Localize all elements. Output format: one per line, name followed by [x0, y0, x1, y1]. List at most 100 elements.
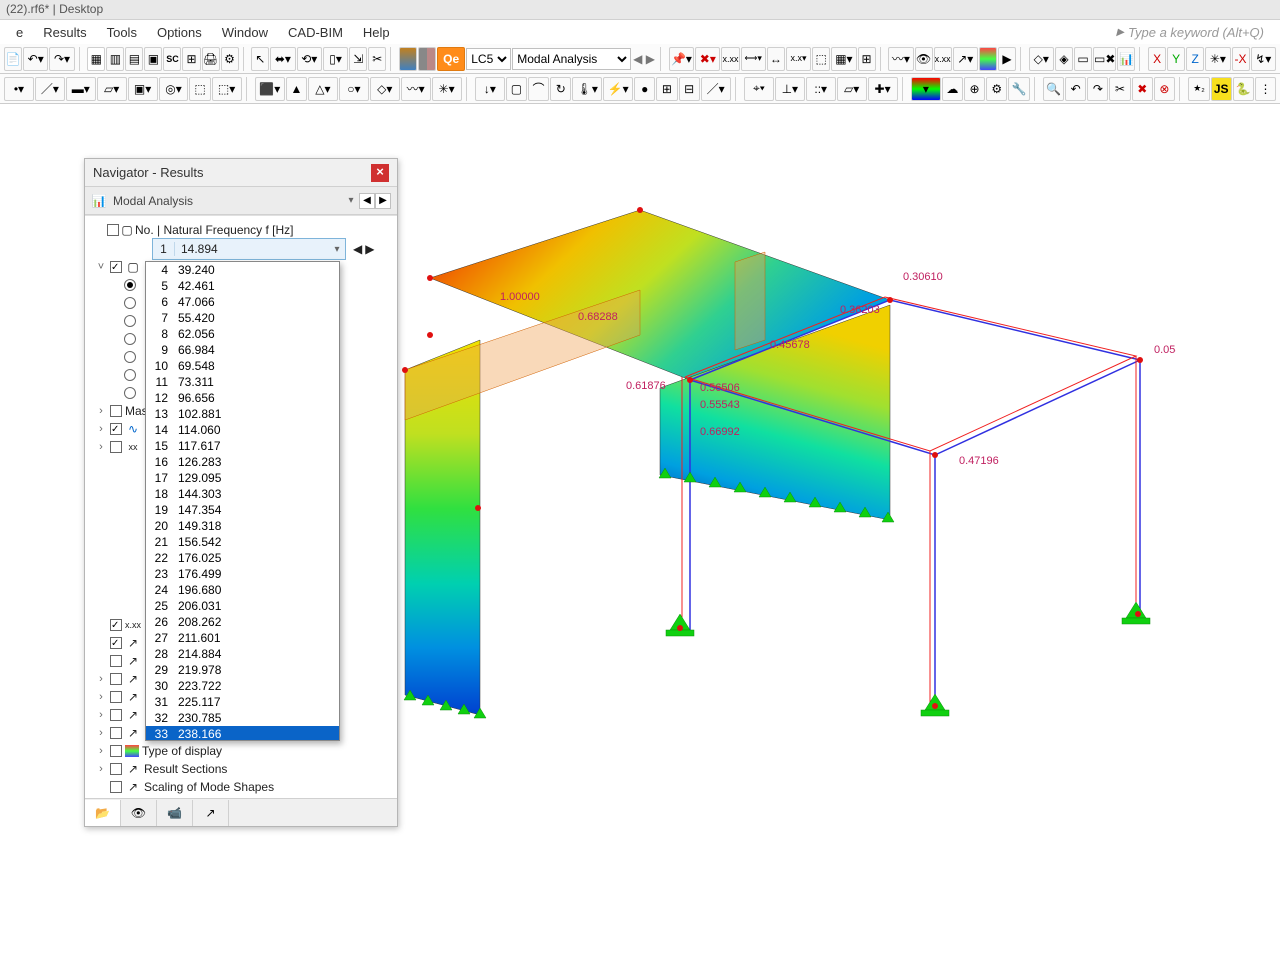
spring-button[interactable]: 〰▾ — [401, 77, 431, 101]
layers-button[interactable]: ▦▾ — [831, 47, 856, 71]
moment-button[interactable]: ↻ — [550, 77, 571, 101]
refine-button[interactable]: ⊟ — [679, 77, 700, 101]
frequency-option[interactable]: 13102.881 — [146, 406, 339, 422]
pin-x-button[interactable]: ✖▾ — [695, 47, 720, 71]
axis-x-button[interactable]: X — [1148, 47, 1166, 71]
plane-button[interactable]: ▱▾ — [837, 77, 867, 101]
guide-button[interactable]: ✚▾ — [868, 77, 898, 101]
surface-button[interactable]: ▱▾ — [97, 77, 127, 101]
menu-file-cut[interactable]: e — [6, 22, 33, 43]
item-checkbox[interactable] — [110, 781, 122, 793]
redo-view-button[interactable]: ↷ — [1087, 77, 1108, 101]
quick-edit-button[interactable]: Qe — [437, 47, 465, 71]
nav-tab-data[interactable]: 📂 — [85, 800, 121, 826]
frequency-option[interactable]: 21156.542 — [146, 534, 339, 550]
menu-options[interactable]: Options — [147, 22, 212, 43]
frequency-option[interactable]: 22176.025 — [146, 550, 339, 566]
item-radio[interactable] — [124, 387, 136, 399]
frequency-option[interactable]: 31225.117 — [146, 694, 339, 710]
navigator-header[interactable]: Navigator - Results × — [85, 159, 397, 187]
spectrum-button[interactable]: ▾ — [911, 77, 941, 101]
support2-button[interactable]: △▾ — [308, 77, 338, 101]
frequency-option[interactable]: 966.984 — [146, 342, 339, 358]
frequency-option[interactable]: 33238.166 — [146, 726, 339, 741]
3d-viewport[interactable]: 1.000000.682880.618760.565060.555430.669… — [396, 170, 1176, 770]
color-solid-button[interactable] — [399, 47, 417, 71]
tree-row[interactable]: ›↗Result Sections — [89, 760, 395, 778]
next-case-button[interactable]: ▶ — [645, 48, 657, 70]
intersect-button[interactable]: ⬚▾ — [212, 77, 242, 101]
navigator-dropdown[interactable]: ▾ — [343, 195, 359, 206]
frequency-option[interactable]: 1173.311 — [146, 374, 339, 390]
item-checkbox[interactable] — [110, 709, 122, 721]
set-button[interactable]: ⬚ — [189, 77, 210, 101]
axis-y-button[interactable]: Y — [1167, 47, 1185, 71]
nav-tab-camera[interactable]: 📹 — [157, 800, 193, 826]
item-checkbox[interactable] — [110, 763, 122, 775]
hinge-button[interactable]: ○▾ — [339, 77, 369, 101]
gear-button[interactable]: ⚙ — [986, 77, 1007, 101]
section-button[interactable]: ⬚ — [812, 47, 830, 71]
deform-button[interactable]: 〰▾ — [888, 47, 913, 71]
freq-next-button[interactable]: ▶ — [365, 242, 374, 256]
release-button[interactable]: ◇▾ — [370, 77, 400, 101]
frequency-option[interactable]: 19147.354 — [146, 502, 339, 518]
item-checkbox[interactable] — [110, 261, 122, 273]
iso-button[interactable]: ◈ — [1055, 47, 1073, 71]
line-load-button[interactable]: ／▾ — [701, 77, 731, 101]
frequency-option[interactable]: 14114.060 — [146, 422, 339, 438]
mesh-button[interactable]: ⊞ — [656, 77, 677, 101]
animate-button[interactable]: ▶ — [998, 47, 1016, 71]
pin-button[interactable]: 📌▾ — [669, 47, 694, 71]
item-radio[interactable] — [124, 279, 136, 291]
toggle-panels-button[interactable]: ▦ — [87, 47, 105, 71]
dim-line-button[interactable]: ⟷▾ — [741, 47, 766, 71]
frequency-option[interactable]: 24196.680 — [146, 582, 339, 598]
item-checkbox[interactable] — [110, 441, 122, 453]
undo-view-button[interactable]: ↶ — [1065, 77, 1086, 101]
axis-z-button[interactable]: Z — [1186, 47, 1204, 71]
clip-del-button[interactable]: ⊗ — [1154, 77, 1175, 101]
frequency-option[interactable]: 25206.031 — [146, 598, 339, 614]
adjust-button[interactable]: ⇲ — [349, 47, 367, 71]
frame-button[interactable]: ▢ — [506, 77, 527, 101]
menu-cadbim[interactable]: CAD-BIM — [278, 22, 353, 43]
item-radio[interactable] — [124, 333, 136, 345]
frequency-option[interactable]: 16126.283 — [146, 454, 339, 470]
grid-snap-button[interactable]: ::▾ — [806, 77, 836, 101]
load-case-select[interactable]: LC5 — [466, 48, 511, 70]
menu-window[interactable]: Window — [212, 22, 278, 43]
cube-button[interactable]: ◇▾ — [1029, 47, 1054, 71]
tree-row[interactable]: ›Type of display — [89, 742, 395, 760]
menu-results[interactable]: Results — [33, 22, 96, 43]
nav-next-button[interactable]: ▶ — [375, 193, 391, 209]
rotate-button[interactable]: ⟲▾ — [297, 47, 322, 71]
frequency-option[interactable]: 18144.303 — [146, 486, 339, 502]
chart-button[interactable]: 📊 — [1117, 47, 1135, 71]
frequency-option[interactable]: 439.240 — [146, 262, 339, 278]
item-checkbox[interactable] — [110, 423, 122, 435]
nav-prev-button[interactable]: ◀ — [359, 193, 375, 209]
frequency-option[interactable]: 28214.884 — [146, 646, 339, 662]
solid-button[interactable]: ▣▾ — [128, 77, 158, 101]
result-arrow-button[interactable]: ↗▾ — [953, 47, 978, 71]
ucs-button[interactable]: ↯▾ — [1251, 47, 1276, 71]
contour-button[interactable] — [979, 47, 997, 71]
item-checkbox[interactable] — [110, 619, 122, 631]
item-radio[interactable] — [124, 351, 136, 363]
snap-button[interactable]: ⌖▾ — [744, 77, 774, 101]
frequency-option[interactable]: 29219.978 — [146, 662, 339, 678]
view-mode-3-button[interactable]: ▣ — [144, 47, 162, 71]
clip-button[interactable]: ✂ — [1109, 77, 1130, 101]
item-checkbox[interactable] — [110, 745, 122, 757]
new-button[interactable]: 📄 — [4, 47, 22, 71]
tables-button[interactable]: ⊞ — [182, 47, 200, 71]
menu-help[interactable]: Help — [353, 22, 400, 43]
cloud-button[interactable]: ☁ — [942, 77, 963, 101]
weld-button[interactable]: ⊕ — [964, 77, 985, 101]
load-button[interactable]: ↓▾ — [475, 77, 505, 101]
frequency-dropdown-list[interactable]: 439.240542.461647.066755.420862.056966.9… — [145, 261, 340, 741]
box-x-button[interactable]: ▭✖ — [1093, 47, 1116, 71]
frequency-option[interactable]: 30223.722 — [146, 678, 339, 694]
close-icon[interactable]: × — [371, 164, 389, 182]
